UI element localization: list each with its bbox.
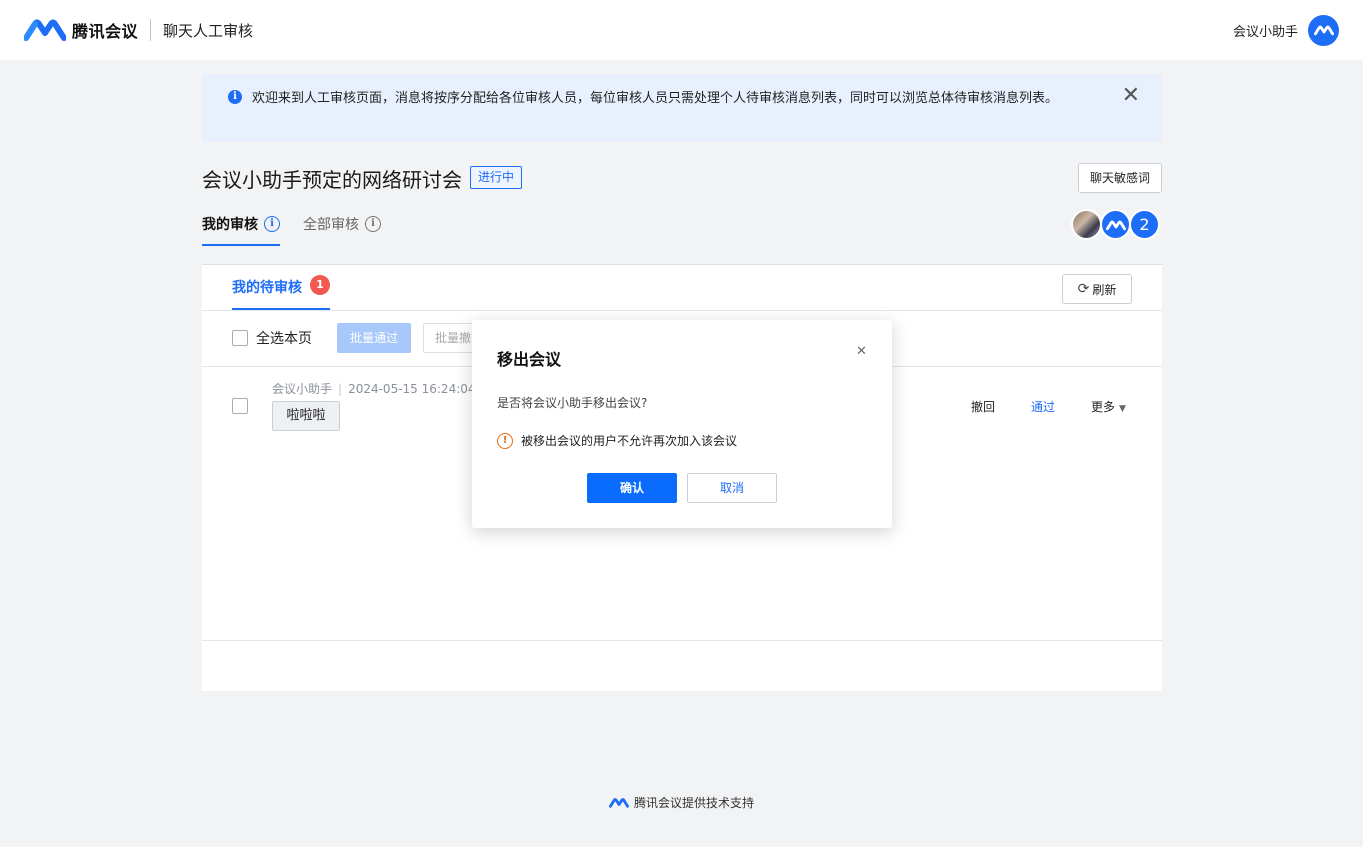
warning-text: 被移出会议的用户不允许再次加入该会议 (521, 434, 738, 448)
top-bar: 腾讯会议 聊天人工审核 会议小助手 (0, 0, 1363, 60)
message-time: 2024-05-15 16:24:04 (348, 382, 476, 396)
info-icon: i (228, 90, 242, 104)
user-name[interactable]: 会议小助手 (1233, 21, 1298, 40)
footer: 腾讯会议提供技术支持 (609, 794, 754, 811)
dialog-question: 是否将会议小助手移出会议? (497, 396, 648, 410)
tab-label: 我的待审核 (232, 280, 302, 296)
brand-name: 腾讯会议 (72, 22, 139, 41)
avatar[interactable] (1308, 14, 1339, 46)
message-checkbox[interactable] (232, 398, 248, 414)
tencent-meeting-logo-icon (1313, 25, 1334, 36)
meeting-title: 会议小助手预定的网络研讨会 (202, 168, 462, 192)
info-icon[interactable]: i (365, 216, 381, 232)
avatar[interactable] (1071, 209, 1102, 240)
pending-count-badge: 1 (310, 275, 330, 295)
more-button[interactable]: 更多 ▼ (1091, 398, 1126, 415)
page-title: 聊天人工审核 (163, 21, 254, 40)
header-divider (150, 19, 152, 41)
status-badge: 进行中 (470, 166, 523, 189)
approve-button[interactable]: 通过 (1031, 398, 1055, 415)
batch-toolbar: 全选本页 批量通过 批量撤回 (232, 323, 497, 353)
user-menu[interactable]: 会议小助手 (1233, 14, 1339, 46)
select-all-checkbox[interactable] (232, 330, 248, 346)
close-icon[interactable]: ✕ (856, 344, 867, 359)
message-meta: 会议小助手 | 2024-05-15 16:24:04 (272, 380, 476, 397)
tencent-meeting-logo-icon (609, 798, 629, 808)
close-icon[interactable]: ✕ (1122, 84, 1140, 107)
more-reviewers-count[interactable]: 2 (1129, 209, 1160, 240)
batch-approve-button[interactable]: 批量通过 (337, 323, 411, 353)
caret-down-icon: ▼ (1119, 404, 1126, 414)
tencent-meeting-logo[interactable]: 腾讯会议 (24, 18, 138, 42)
warning-icon: ! (497, 432, 513, 449)
dialog-title: 移出会议 (497, 350, 562, 369)
message-content: 啦啦啦 (272, 401, 340, 431)
tencent-meeting-logo-icon (24, 19, 66, 41)
tab-label: 我的审核 (202, 217, 258, 233)
refresh-button[interactable]: ⟳ 刷新 (1062, 274, 1132, 304)
reviewer-avatars[interactable]: 2 (1071, 209, 1160, 240)
tab-my-review[interactable]: 我的审核 i (202, 214, 280, 246)
message-sender: 会议小助手 (272, 382, 333, 396)
footer-text: 腾讯会议提供技术支持 (634, 796, 755, 810)
info-icon[interactable]: i (264, 216, 280, 232)
tab-my-pending[interactable]: 我的待审核 1 (232, 275, 330, 310)
dialog-warning: ! 被移出会议的用户不允许再次加入该会议 (497, 432, 737, 449)
tab-all-review[interactable]: 全部审核 i (303, 214, 381, 234)
refresh-label: 刷新 (1092, 282, 1117, 297)
tencent-meeting-logo-icon (1105, 220, 1126, 230)
more-label: 更多 (1091, 400, 1116, 414)
sensitive-words-button[interactable]: 聊天敏感词 (1078, 163, 1162, 193)
tab-label: 全部审核 (303, 217, 359, 233)
select-all-label[interactable]: 全选本页 (256, 328, 312, 348)
divider (202, 640, 1162, 641)
revoke-button[interactable]: 撤回 (971, 398, 995, 415)
notice-banner: i 欢迎来到人工审核页面，消息将按序分配给各位审核人员，每位审核人员只需处理个人… (202, 74, 1162, 142)
avatar[interactable] (1100, 209, 1131, 240)
divider (202, 310, 1162, 311)
remove-from-meeting-dialog: 移出会议 ✕ 是否将会议小助手移出会议? ! 被移出会议的用户不允许再次加入该会… (472, 320, 892, 528)
notice-text: 欢迎来到人工审核页面，消息将按序分配给各位审核人员，每位审核人员只需处理个人待审… (252, 91, 1059, 106)
meta-separator: | (338, 382, 343, 396)
refresh-icon: ⟳ (1077, 281, 1090, 297)
cancel-button[interactable]: 取消 (687, 473, 777, 503)
confirm-button[interactable]: 确认 (587, 473, 677, 503)
